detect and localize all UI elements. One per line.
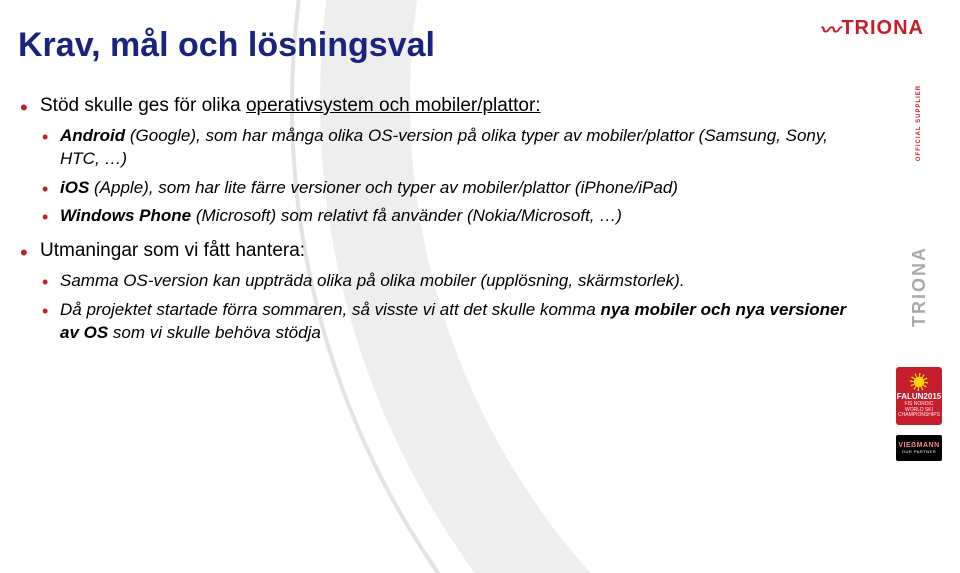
sub-bullet-android: Android (Google), som har många olika OS… (40, 125, 850, 171)
sub-bullet-ios: iOS (Apple), som har lite färre versione… (40, 177, 850, 200)
sun-icon (910, 373, 928, 391)
official-supplier-label: OFFICIAL SUPPLIER (916, 85, 922, 161)
sub-bullet-ios-name: iOS (60, 178, 89, 197)
falun-main-text: FALUN2015 (897, 393, 941, 401)
slide-page: 〰 TRIONA Krav, mål och lösningsval Stöd … (0, 0, 960, 573)
triona-logo-header: 〰 TRIONA (819, 14, 924, 43)
triona-swoosh-icon: 〰 (819, 14, 837, 43)
sub-bullet-ios-rest: (Apple), som har lite färre versioner oc… (89, 178, 678, 197)
bullet-2-sublist: Samma OS-version kan uppträda olika på o… (40, 270, 860, 345)
bullet-list: Stöd skulle ges för olika operativsystem… (18, 93, 924, 345)
sub-bullet-resolution-text: Samma OS-version kan uppträda olika på o… (60, 271, 685, 290)
bullet-1-text-underline: operativsystem och mobiler/plattor: (246, 95, 541, 116)
bullet-1-sublist: Android (Google), som har många olika OS… (40, 125, 860, 229)
bullet-2: Utmaningar som vi fått hantera: Samma OS… (18, 238, 860, 344)
triona-rotated-wordmark: TRIONA (909, 246, 930, 327)
bullet-2-text: Utmaningar som vi fått hantera: (40, 240, 305, 261)
viessmann-sub-text: OUR PARTNER (902, 449, 936, 454)
viessmann-logo: VIEẞMANN OUR PARTNER (896, 435, 942, 461)
sub-bullet-newversions-pre: Då projektet startade förra sommaren, så… (60, 300, 600, 319)
sub-bullet-resolution: Samma OS-version kan uppträda olika på o… (40, 270, 850, 293)
triona-wordmark: TRIONA (841, 17, 924, 40)
sub-bullet-winphone: Windows Phone (Microsoft) som relativt f… (40, 205, 850, 228)
sub-bullet-android-rest: (Google), som har många olika OS-version… (60, 126, 828, 168)
bullet-1: Stöd skulle ges för olika operativsystem… (18, 93, 860, 228)
falun-sub-text: FIS NORDIC WORLD SKI CHAMPIONSHIPS (896, 402, 942, 419)
bullet-1-text-pre: Stöd skulle ges för olika (40, 95, 246, 116)
slide-title: Krav, mål och lösningsval (18, 26, 924, 65)
sub-bullet-android-name: Android (60, 126, 125, 145)
sidebar-logos: OFFICIAL SUPPLIER TRIONA FALUN2015 FIS N… (892, 120, 946, 461)
falun2015-logo: FALUN2015 FIS NORDIC WORLD SKI CHAMPIONS… (896, 367, 942, 425)
sub-bullet-newversions: Då projektet startade förra sommaren, så… (40, 299, 850, 345)
sub-bullet-winphone-name: Windows Phone (60, 206, 191, 225)
sub-bullet-newversions-post: som vi skulle behöva stödja (108, 323, 321, 342)
sub-bullet-winphone-rest: (Microsoft) som relativt få använder (No… (191, 206, 622, 225)
viessmann-text: VIEẞMANN (898, 442, 939, 449)
